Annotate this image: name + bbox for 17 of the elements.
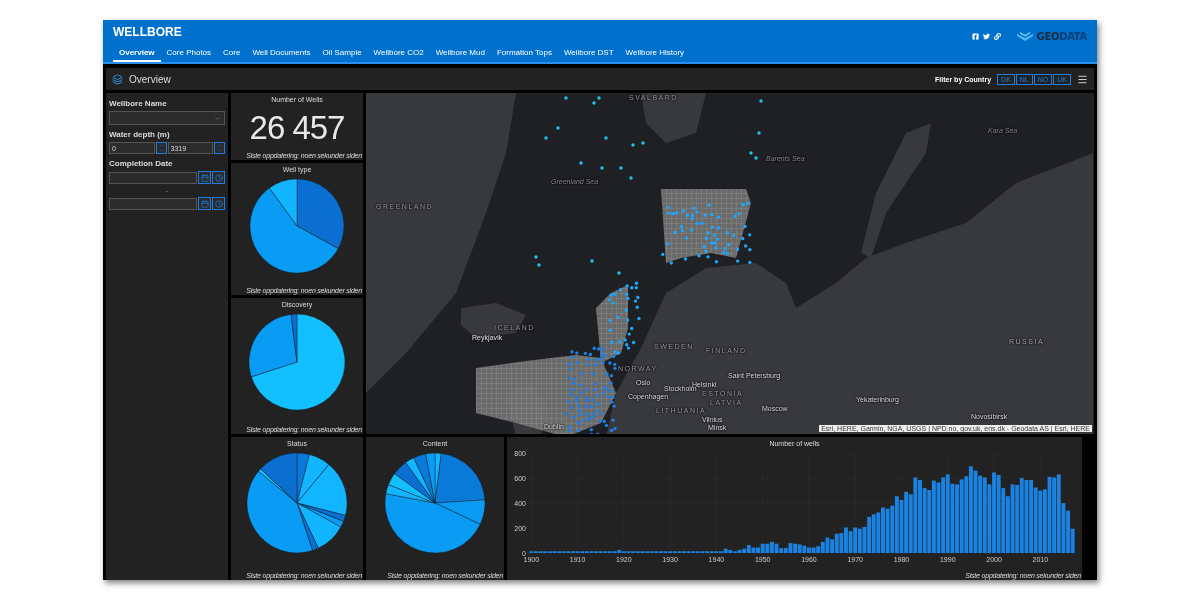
field-label: Completion Date bbox=[109, 159, 174, 168]
logo-text: GEODATA bbox=[1036, 30, 1087, 42]
page-title: Overview bbox=[129, 73, 172, 85]
nav-tab[interactable]: Oil Sample bbox=[316, 46, 368, 62]
nav-tab[interactable]: Core bbox=[217, 46, 247, 62]
stat-value: 26 457 bbox=[249, 107, 345, 148]
nav-tab[interactable]: Wellbore CO2 bbox=[367, 46, 430, 62]
field-label: Wellbore Name bbox=[109, 99, 168, 108]
nav-tab[interactable]: Formation Tops bbox=[490, 46, 558, 62]
app-title: WELLBORE bbox=[113, 25, 183, 39]
nav-tab[interactable]: Core Photos bbox=[160, 46, 218, 62]
field-label: Water depth (m) bbox=[109, 130, 171, 139]
nav-tab[interactable]: Overview bbox=[113, 46, 161, 62]
nav-tab[interactable]: Well Documents bbox=[246, 46, 317, 62]
nav-tab[interactable]: Wellbore History bbox=[619, 46, 691, 62]
nav-tab[interactable]: Wellbore Mud bbox=[429, 46, 491, 62]
nav-tab[interactable]: Wellbore DST bbox=[557, 46, 620, 62]
